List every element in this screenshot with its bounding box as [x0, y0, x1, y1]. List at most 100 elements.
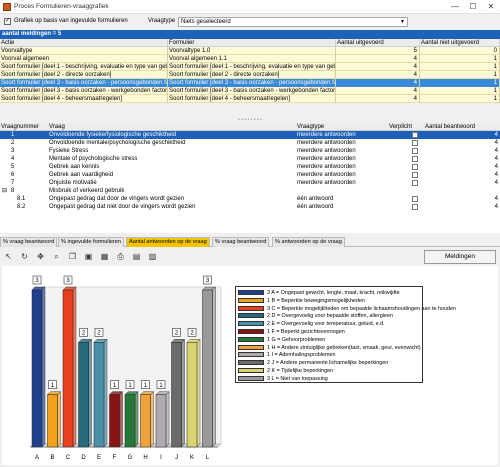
cell-vraag: Fysieke Stress — [49, 148, 89, 154]
legend-item: 1 I = Ademhalingsproblemen — [238, 351, 422, 359]
col-header-aantal-beantwoord[interactable]: Aantal beantwoord — [424, 123, 500, 131]
bar-side — [103, 338, 108, 448]
table-row[interactable]: Soort formulier [deel 1 - beschrijving, … — [0, 63, 500, 71]
cell-actie: Soort formulier [deel 2 - directe oorzak… — [0, 71, 168, 79]
grafiek-checkbox[interactable]: ✓ — [4, 18, 11, 25]
verplicht-checkbox[interactable] — [412, 196, 418, 202]
legend-item: 1 B = Beperkte bewegingsmogelijkheden — [238, 297, 422, 305]
chart-tabs: % vraag beantwoord % ingevulde formulier… — [0, 237, 500, 247]
legend-item: 1 H = Andere zintuiglijke gebreken(tast,… — [238, 344, 422, 352]
x-tick-label: J — [175, 455, 178, 461]
bar-J — [171, 342, 182, 448]
table-row[interactable]: 5 Gebrek aan kennis meerdere antwoorden … — [0, 163, 500, 171]
cell-uitgevoerd: 4 — [336, 79, 420, 87]
cell-nr: 8.1 — [17, 196, 26, 202]
tab-aantal-antwoorden[interactable]: Aantal antwoorden op de vraag — [126, 237, 210, 247]
grid-icon[interactable]: ▦ — [100, 252, 109, 261]
col-header-vraagtype[interactable]: Vraagtype — [296, 123, 388, 131]
table-row[interactable]: 2 Onvoldoende mentale/psychologische ges… — [0, 139, 500, 147]
copy-icon[interactable]: ❐ — [68, 252, 77, 261]
close-icon[interactable]: ✕ — [482, 0, 500, 14]
tab-ingevulde-formulieren[interactable]: % ingevulde formulieren — [58, 237, 125, 247]
print-icon[interactable]: ⎙ — [116, 252, 125, 261]
x-tick-label: C — [66, 455, 71, 461]
table-row[interactable]: Soort formulier [deel 3 - basis oorzaken… — [0, 87, 500, 95]
legend-swatch — [238, 313, 264, 319]
bar-side — [72, 286, 77, 448]
cell-vraag: Misbruik of verkeerd gebruik — [49, 188, 125, 194]
table-row[interactable]: 4 Mentale of psychologische stress meerd… — [0, 155, 500, 163]
export-icon[interactable]: ▧ — [148, 252, 157, 261]
table-row-group[interactable]: ⊟ 8 Misbruik of verkeerd gebruik — [0, 187, 500, 195]
cell-nr: 8.2 — [17, 204, 26, 210]
pointer-icon[interactable]: ↖ — [4, 252, 13, 261]
table-row[interactable]: Soort formulier [deel 4 - beheersmaatreg… — [0, 95, 500, 103]
vraagtype-select[interactable]: Niets geselecteerd ▼ — [178, 17, 408, 27]
verplicht-checkbox[interactable] — [412, 140, 418, 146]
zoom-icon[interactable]: ⌕ — [52, 252, 61, 261]
cell-aantal: 4 — [494, 148, 498, 154]
table-row[interactable]: 3 Fysieke Stress meerdere antwoorden 4 — [0, 147, 500, 155]
cell-aantal: 4 — [494, 140, 498, 146]
3d-icon[interactable]: ▣ — [84, 252, 93, 261]
app-icon — [3, 3, 11, 11]
collapse-icon[interactable]: ⊟ — [2, 187, 7, 195]
questions-table: Vraagnummer Vraag Vraagtype Verplicht Aa… — [0, 123, 500, 233]
tab-antwoorden-op-de-vraag[interactable]: % antwoorden op de vraag — [272, 237, 345, 247]
table-row[interactable]: 8.2 Ongepast gedrag dat niet door de vin… — [0, 203, 500, 211]
verplicht-checkbox[interactable] — [412, 172, 418, 178]
col-header-verplicht[interactable]: Verplicht — [388, 123, 424, 131]
table-header: Actie Formulier Aantal uitgevoerd Aantal… — [0, 39, 500, 47]
meldingen-button[interactable]: Meldingen — [424, 250, 496, 264]
table-row-selected[interactable]: Soort formulier [deel 3 - basis oorzaken… — [0, 79, 500, 87]
cell-niet-uitgevoerd: 1 — [420, 95, 500, 103]
save-icon[interactable]: ▤ — [132, 252, 141, 261]
col-header-vraag[interactable]: Vraag — [48, 123, 296, 131]
cell-vraag: Ongepast gedrag dat niet door de vingers… — [49, 204, 196, 210]
col-header-uitgevoerd[interactable]: Aantal uitgevoerd — [336, 39, 420, 47]
chevron-down-icon: ▼ — [400, 19, 405, 25]
cell-aantal: 4 — [494, 172, 498, 178]
verplicht-checkbox[interactable] — [412, 132, 418, 138]
bar-side — [165, 391, 170, 448]
verplicht-checkbox[interactable] — [412, 148, 418, 154]
cell-uitgevoerd: 4 — [336, 71, 420, 79]
bar-side — [88, 338, 92, 448]
cell-formulier: Soort formulier [deel 1 - beschrijving, … — [169, 63, 336, 71]
cell-vraagtype: meerdere antwoorden — [297, 148, 356, 154]
bar-K — [186, 342, 198, 448]
col-header-niet-uitgevoerd[interactable]: Aantal niet uitgevoerd — [420, 39, 500, 47]
cell-niet-uitgevoerd: 1 — [420, 63, 500, 71]
meldingen-count-bar: aantal meldingen = 5 — [0, 30, 500, 39]
table-row[interactable]: 8.1 Ongepast gedrag dat door de vingers … — [0, 195, 500, 203]
minimize-icon[interactable]: — — [446, 0, 464, 14]
legend-label: 3 A = Ongepast gewicht, lengte, maat, kr… — [267, 290, 400, 296]
move-icon[interactable]: ✥ — [36, 252, 45, 261]
table-row[interactable]: 7 Onjuiste motivatie meerdere antwoorden… — [0, 179, 500, 187]
legend-swatch — [238, 297, 264, 303]
x-tick-label: B — [50, 455, 54, 461]
table-row[interactable]: 6 Gebrek aan vaardigheid meerdere antwoo… — [0, 171, 500, 179]
cell-nr: 3 — [11, 148, 15, 154]
cell-aantal: 4 — [494, 132, 498, 138]
bar-H — [140, 394, 151, 448]
col-header-formulier[interactable]: Formulier — [168, 39, 336, 47]
verplicht-checkbox[interactable] — [412, 156, 418, 162]
legend-swatch — [238, 336, 264, 342]
verplicht-checkbox[interactable] — [412, 204, 418, 210]
table-row[interactable]: Voorvaltype Voorvaltype 1.0 5 0 — [0, 47, 500, 55]
table-row[interactable]: Voorval algemeen Voorval algemeen 1.1 4 … — [0, 55, 500, 63]
table-row[interactable]: Soort formulier [deel 2 - directe oorzak… — [0, 71, 500, 79]
col-header-actie[interactable]: Actie — [0, 39, 168, 47]
tab-vraag-beantwoord-2[interactable]: % vraag beantwoord — [212, 237, 270, 247]
verplicht-checkbox[interactable] — [412, 164, 418, 170]
rotate-icon[interactable]: ↻ — [20, 252, 29, 261]
legend-label: 2 D = Overgevoelig voor bepaalde stoffen… — [267, 313, 393, 320]
maximize-icon[interactable]: ☐ — [464, 0, 482, 14]
tab-vraag-beantwoord[interactable]: % vraag beantwoord — [0, 237, 58, 247]
verplicht-checkbox[interactable] — [412, 180, 418, 186]
bar-side — [196, 338, 201, 448]
col-header-vraagnummer[interactable]: Vraagnummer — [0, 123, 46, 131]
table-row-selected[interactable]: 1 Onvoldoende fysieke/fysiologische gesc… — [0, 131, 500, 139]
bar-side — [212, 286, 216, 448]
